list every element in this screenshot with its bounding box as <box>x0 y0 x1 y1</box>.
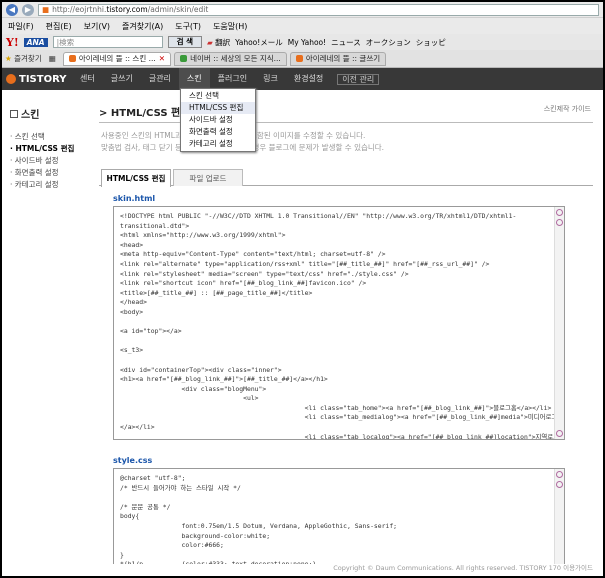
skin-guide-link[interactable]: 스킨제작 가이드 <box>544 104 591 114</box>
back-icon[interactable]: ◀ <box>6 3 18 16</box>
star-icon: ★ <box>5 54 12 63</box>
footer: Copyright © Daum Communications. All rig… <box>333 564 593 572</box>
title-divider <box>99 122 593 123</box>
sidebar-title: 스킨 <box>10 106 97 121</box>
nav-settings[interactable]: 환경설정 <box>286 68 331 90</box>
style-css-editor[interactable]: @charset "utf-8"; /* 반드시 들어가야 하는 스타일 시작 … <box>113 468 565 564</box>
sidebar-item-display-settings[interactable]: · 화면출력 설정 <box>10 167 97 179</box>
skin-icon <box>10 109 18 118</box>
browser-tab-bar: ★ 즐겨찾기 ▦ 아이레네의 뜰 :: 스킨 ... ✕ 네이버 :: 세상의 … <box>2 50 603 68</box>
nav-write[interactable]: 글쓰기 <box>103 68 141 90</box>
menu-bar: 파일(F) 편집(E) 보기(V) 즐겨찾기(A) 도구(T) 도움말(H) <box>2 18 603 34</box>
page-title: > HTML/CSS 편집 <box>99 108 190 119</box>
tistory-tab-icon <box>68 55 76 62</box>
previous-admin-button[interactable]: 이전 관리 <box>337 73 380 85</box>
bookmark-auction[interactable]: オークション <box>366 37 411 48</box>
naver-tab-icon <box>180 55 188 62</box>
tab-html-css-edit[interactable]: HTML/CSS 편집 <box>101 169 171 187</box>
dropdown-display-settings[interactable]: 화면출력 설정 <box>181 126 255 138</box>
sidebar-item-html-css[interactable]: · HTML/CSS 편집 <box>10 143 97 155</box>
tistory-tab-icon <box>295 55 303 62</box>
toolbar-search-input[interactable]: |検索 <box>52 36 163 48</box>
skin-html-code: <!DOCTYPE html PUBLIC "-//W3C//DTD XHTML… <box>120 212 564 440</box>
page-content: TISTORY 센터 글쓰기 글관리 스킨 플러그인 링크 환경설정 이전 관리… <box>2 68 603 576</box>
menu-favorites[interactable]: 즐겨찾기(A) <box>122 21 163 32</box>
scroll-down-icon[interactable] <box>556 430 563 437</box>
bookmark-mail[interactable]: Yahoo!メール <box>235 37 283 48</box>
scroll-up-icon[interactable] <box>556 471 563 478</box>
nav-manage[interactable]: 글관리 <box>141 68 179 90</box>
tistory-logo[interactable]: TISTORY <box>2 74 72 85</box>
menu-view[interactable]: 보기(V) <box>84 21 110 32</box>
quick-tabs-icon[interactable]: ▦ <box>49 54 56 63</box>
main-panel: > HTML/CSS 편집 스킨제작 가이드 사용중인 스킨의 HTML과 나 … <box>99 90 593 576</box>
style-css-scrollbar[interactable] <box>554 469 564 564</box>
favorites-button[interactable]: ★ 즐겨찾기 <box>5 53 42 64</box>
url-input[interactable]: ■ http://eojrtnhi.tistory.com/admin/skin… <box>38 3 599 16</box>
browser-window: ◀ ▶ ■ http://eojrtnhi.tistory.com/admin/… <box>2 2 603 576</box>
page-icon: ■ <box>42 5 50 14</box>
dropdown-html-css-edit[interactable]: HTML/CSS 편집 <box>181 102 255 114</box>
bookmark-myyahoo[interactable]: My Yahoo! <box>288 38 326 47</box>
forward-icon[interactable]: ▶ <box>22 3 34 16</box>
editor-tabs: HTML/CSS 편집 파일 업로드 <box>99 169 593 187</box>
translate-button[interactable]: ▰ 翻訳 <box>207 37 230 48</box>
skin-html-editor[interactable]: <!DOCTYPE html PUBLIC "-//W3C//DTD XHTML… <box>113 206 565 440</box>
menu-edit[interactable]: 편집(E) <box>46 21 72 32</box>
menu-tools[interactable]: 도구(T) <box>175 21 201 32</box>
skin-dropdown-menu: 스킨 선택 HTML/CSS 편집 사이드바 설정 화면출력 설정 카테고리 설… <box>180 88 256 152</box>
yahoo-toolbar: Y! ANA |検索 검 색 ▰ 翻訳 Yahoo!メール My Yahoo! … <box>2 34 603 50</box>
address-bar: ◀ ▶ ■ http://eojrtnhi.tistory.com/admin/… <box>2 2 603 18</box>
nav-link[interactable]: 링크 <box>255 68 286 90</box>
browser-tab-naver[interactable]: 네이버 :: 세상의 모든 지식... <box>174 51 287 66</box>
top-navigation: TISTORY 센터 글쓰기 글관리 스킨 플러그인 링크 환경설정 이전 관리 <box>2 68 603 90</box>
sidebar-item-skin-select[interactable]: · 스킨 선택 <box>10 131 97 143</box>
sidebar-item-sidebar-settings[interactable]: · 사이드바 설정 <box>10 155 97 167</box>
sidebar: 스킨 · 스킨 선택 · HTML/CSS 편집 · 사이드바 설정 · 화면출… <box>2 90 97 576</box>
sidebar-item-category-settings[interactable]: · 카테고리 설정 <box>10 179 97 191</box>
style-css-code: @charset "utf-8"; /* 반드시 들어가야 하는 스타일 시작 … <box>120 474 398 564</box>
dropdown-category-settings[interactable]: 카테고리 설정 <box>181 138 255 150</box>
tistory-logo-icon <box>6 74 16 84</box>
dropdown-sidebar-settings[interactable]: 사이드바 설정 <box>181 114 255 126</box>
bookmark-news[interactable]: ニュース <box>331 37 361 48</box>
scroll-up-icon[interactable] <box>556 209 563 216</box>
tab-file-upload[interactable]: 파일 업로드 <box>173 169 243 186</box>
nav-skin[interactable]: 스킨 <box>178 68 210 90</box>
style-css-label: style.css <box>113 456 153 465</box>
yahoo-logo[interactable]: Y! <box>6 36 19 49</box>
scroll-thumb[interactable] <box>556 481 563 488</box>
menu-file[interactable]: 파일(F) <box>8 21 34 32</box>
toolbar-search-button[interactable]: 검 색 <box>167 36 202 48</box>
flag-icon: ▰ <box>207 37 213 47</box>
menu-help[interactable]: 도움말(H) <box>213 21 247 32</box>
dropdown-skin-select[interactable]: 스킨 선택 <box>181 90 255 102</box>
skin-html-scrollbar[interactable] <box>554 207 564 439</box>
skin-html-label: skin.html <box>113 194 156 203</box>
bookmark-shopping[interactable]: ショッピ <box>416 37 446 48</box>
nav-plugin[interactable]: 플러그인 <box>210 68 255 90</box>
scroll-thumb[interactable] <box>556 219 563 226</box>
browser-tab-write[interactable]: 아이레네의 뜰 :: 글쓰기 <box>289 51 387 66</box>
browser-tab-skin-edit[interactable]: 아이레네의 뜰 :: 스킨 ... ✕ <box>62 51 172 66</box>
nav-center[interactable]: 센터 <box>72 68 103 90</box>
url-text: http://eojrtnhi.tistory.com/admin/skin/e… <box>52 5 209 14</box>
close-tab-icon[interactable]: ✕ <box>159 54 165 63</box>
ana-logo[interactable]: ANA <box>23 37 48 47</box>
